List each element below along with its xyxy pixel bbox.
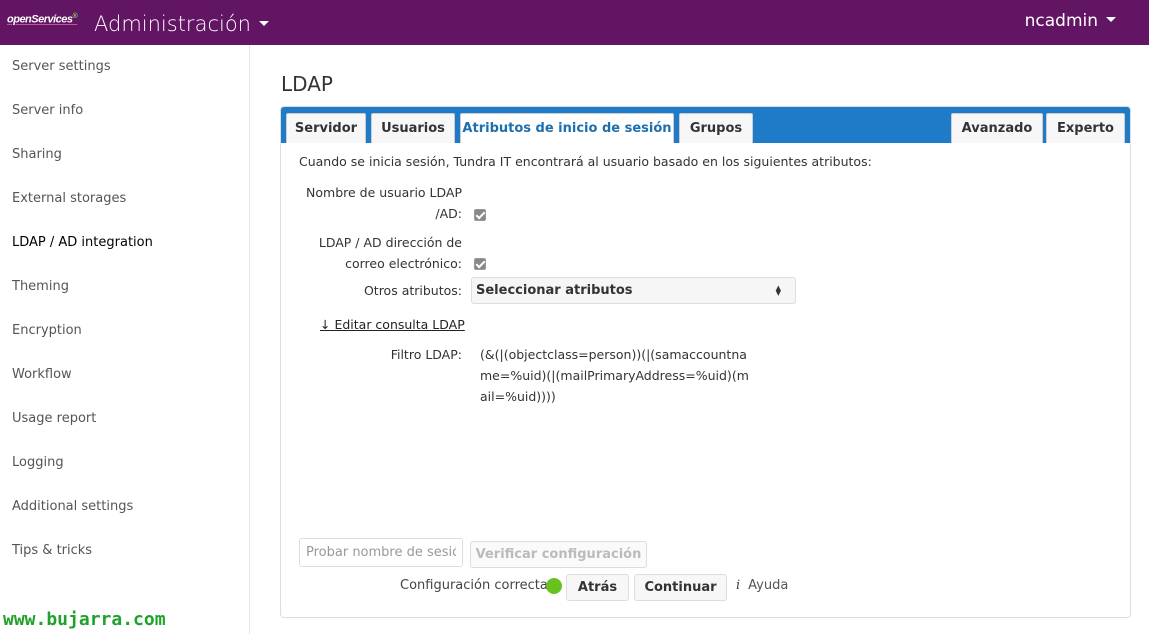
logo-text: openServices (7, 13, 73, 26)
email-label: LDAP / AD dirección de correo electrónic… (290, 232, 462, 274)
tab-bar: Servidor Usuarios Atributos de inicio de… (281, 107, 1130, 143)
user-name: ncadmin (1024, 11, 1098, 31)
email-label-line2: correo electrónico: (345, 256, 462, 271)
top-header: openServices® Administración ncadmin (0, 0, 1149, 45)
app-menu[interactable]: Administración (94, 12, 269, 36)
sidebar-item-external-storages[interactable]: External storages (12, 191, 126, 206)
info-icon: i (736, 578, 741, 593)
intro-text: Cuando se inicia sesión, Tundra IT encon… (299, 154, 872, 169)
sidebar: Server settings Server info Sharing Exte… (0, 45, 250, 634)
ldap-filter-label: Filtro LDAP: (390, 347, 462, 362)
select-arrows-icon: ▲ ▼ (775, 284, 781, 297)
logo-mark: ® (72, 13, 78, 20)
sidebar-item-ldap[interactable]: LDAP / AD integration (12, 235, 153, 250)
chevron-down-icon (258, 21, 269, 26)
ldap-username-label-line1: Nombre de usuario LDAP (306, 185, 462, 200)
ldap-filter-value: (&(|(objectclass=person))(|(samaccountna… (480, 347, 749, 404)
tab-grupos[interactable]: Grupos (679, 113, 753, 143)
back-button[interactable]: Atrás (566, 574, 629, 601)
ldap-username-label-line2: /AD: (435, 206, 462, 221)
chevron-down-icon (1106, 17, 1116, 22)
verify-config-button[interactable]: Verificar configuración (470, 541, 647, 568)
tab-experto[interactable]: Experto (1046, 113, 1125, 143)
app-title: Administración (94, 12, 251, 36)
email-checkbox[interactable] (474, 258, 486, 270)
config-status-text: Configuración correcta (400, 578, 548, 593)
sidebar-item-sharing[interactable]: Sharing (12, 147, 62, 162)
sidebar-item-server-settings[interactable]: Server settings (12, 59, 111, 74)
ldap-username-checkbox[interactable] (474, 209, 486, 221)
edit-ldap-query-link[interactable]: ↓ Editar consulta LDAP (320, 317, 465, 332)
page-title: LDAP (281, 72, 333, 96)
tab-usuarios[interactable]: Usuarios (371, 113, 455, 143)
tab-avanzado[interactable]: Avanzado (951, 113, 1043, 143)
other-attributes-label: Otros atributos: (363, 283, 462, 298)
ldap-username-label: Nombre de usuario LDAP /AD: (290, 182, 462, 224)
user-menu[interactable]: ncadmin (1025, 11, 1116, 31)
sidebar-item-server-info[interactable]: Server info (12, 103, 83, 118)
other-attributes-select[interactable]: Seleccionar atributos ▲ ▼ (471, 277, 796, 304)
sidebar-item-tips-tricks[interactable]: Tips & tricks (12, 543, 92, 558)
email-label-line1: LDAP / AD dirección de (318, 235, 462, 250)
sidebar-item-usage-report[interactable]: Usage report (12, 411, 96, 426)
sidebar-item-theming[interactable]: Theming (12, 279, 69, 294)
logo[interactable]: openServices® (7, 13, 78, 26)
tab-servidor[interactable]: Servidor (286, 113, 366, 143)
help-link[interactable]: i Ayuda (736, 578, 788, 593)
status-indicator-icon (546, 578, 562, 594)
sidebar-item-additional-settings[interactable]: Additional settings (12, 499, 133, 514)
help-label: Ayuda (748, 578, 789, 593)
sidebar-item-logging[interactable]: Logging (12, 455, 64, 470)
watermark: www.bujarra.com (3, 609, 166, 630)
sidebar-item-workflow[interactable]: Workflow (12, 367, 72, 382)
sidebar-item-encryption[interactable]: Encryption (12, 323, 82, 338)
test-login-input[interactable] (299, 538, 463, 567)
select-value: Seleccionar atributos (476, 283, 633, 298)
continue-button[interactable]: Continuar (634, 574, 727, 601)
tab-atributos-inicio-sesion[interactable]: Atributos de inicio de sesión (460, 113, 674, 143)
